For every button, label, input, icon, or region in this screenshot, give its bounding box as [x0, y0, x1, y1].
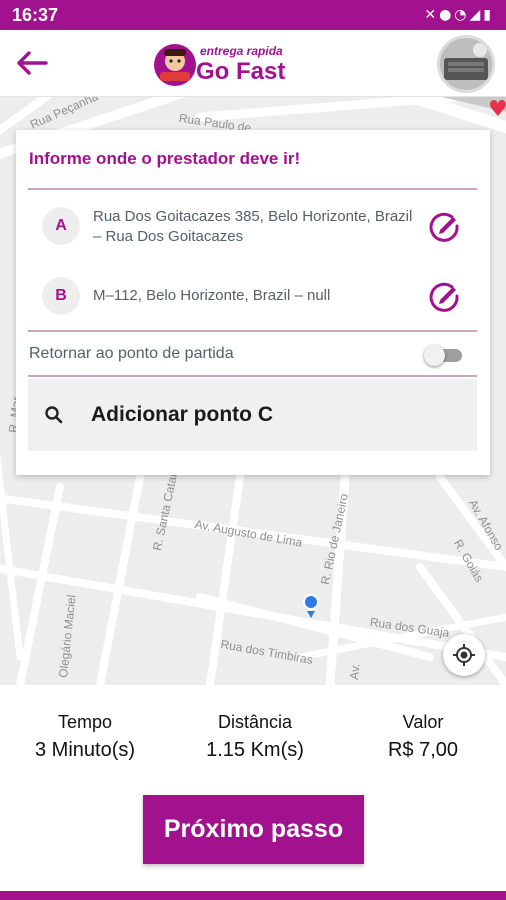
toggle-thumb	[424, 345, 445, 366]
status-icons: ✕●◔◢▮	[424, 7, 494, 23]
stop-badge-a: A	[42, 207, 80, 245]
stop-badge-b: B	[42, 277, 80, 315]
location-icon: ●	[439, 7, 455, 23]
stat-distance-value: 1.15 Km(s)	[206, 739, 304, 761]
arrow-left-icon	[17, 51, 48, 75]
user-avatar-image	[440, 38, 492, 90]
back-button[interactable]	[14, 48, 50, 78]
divider	[28, 188, 477, 190]
add-point-label: Adicionar ponto C	[91, 403, 273, 426]
status-time: 16:37	[12, 4, 59, 25]
logo-name: Go Fast	[196, 58, 286, 85]
vibrate-icon: ✕	[424, 7, 440, 23]
stop-row-b[interactable]: B M–112, Belo Horizonte, Brazil – null	[16, 266, 490, 326]
avatar[interactable]	[437, 35, 495, 93]
app-bar: entrega rapida Go Fast	[0, 30, 506, 97]
return-to-start-toggle[interactable]	[424, 345, 464, 366]
my-location-icon	[453, 644, 475, 666]
edit-stop-b-button[interactable]	[426, 278, 462, 314]
route-card: Informe onde o prestador deve ir! A Rua …	[16, 130, 490, 475]
battery-icon: ▮	[483, 7, 494, 23]
edit-stop-a-button[interactable]	[426, 208, 462, 244]
edit-icon	[429, 212, 459, 242]
logo-tagline: entrega rapida	[200, 44, 283, 58]
route-card-title: Informe onde o prestador deve ir!	[29, 149, 301, 168]
stop-address-b: M–112, Belo Horizonte, Brazil – null	[93, 287, 331, 304]
stop-address-a: Rua Dos Goitacazes 385, Belo Horizonte, …	[93, 208, 413, 245]
location-direction-icon	[307, 611, 315, 618]
current-location-marker	[303, 594, 319, 610]
status-bar: 16:37 ✕●◔◢▮	[0, 0, 506, 30]
stat-price-value: R$ 7,00	[387, 739, 459, 761]
trip-summary: Tempo 3 Minuto(s) Distância 1.15 Km(s) V…	[0, 712, 506, 772]
signal-icon: ◢	[469, 7, 484, 23]
divider	[28, 330, 477, 332]
stat-price: Valor R$ 7,00	[358, 712, 488, 762]
search-icon	[45, 406, 63, 424]
edit-icon	[429, 282, 459, 312]
bottom-bar	[0, 891, 506, 900]
street-label: Av.	[347, 662, 363, 681]
stat-time-label: Tempo	[57, 712, 113, 732]
return-to-start-label: Retornar ao ponto de partida	[29, 345, 234, 362]
app-logo: entrega rapida Go Fast	[152, 38, 292, 92]
my-location-button[interactable]	[443, 634, 485, 676]
next-step-button[interactable]: Próximo passo	[143, 795, 364, 864]
stat-distance-label: Distância	[217, 712, 293, 732]
stat-time: Tempo 3 Minuto(s)	[20, 712, 150, 762]
map-marker-heart-icon[interactable]: ♥	[488, 97, 506, 122]
wifi-icon: ◔	[454, 7, 470, 23]
stat-time-value: 3 Minuto(s)	[34, 739, 136, 761]
add-point-button[interactable]: Adicionar ponto C	[28, 379, 477, 451]
stat-distance: Distância 1.15 Km(s)	[190, 712, 320, 762]
stop-row-a[interactable]: A Rua Dos Goitacazes 385, Belo Horizonte…	[16, 196, 490, 256]
logo-badge-icon	[154, 44, 196, 86]
stat-price-label: Valor	[402, 712, 444, 732]
divider	[28, 375, 477, 377]
